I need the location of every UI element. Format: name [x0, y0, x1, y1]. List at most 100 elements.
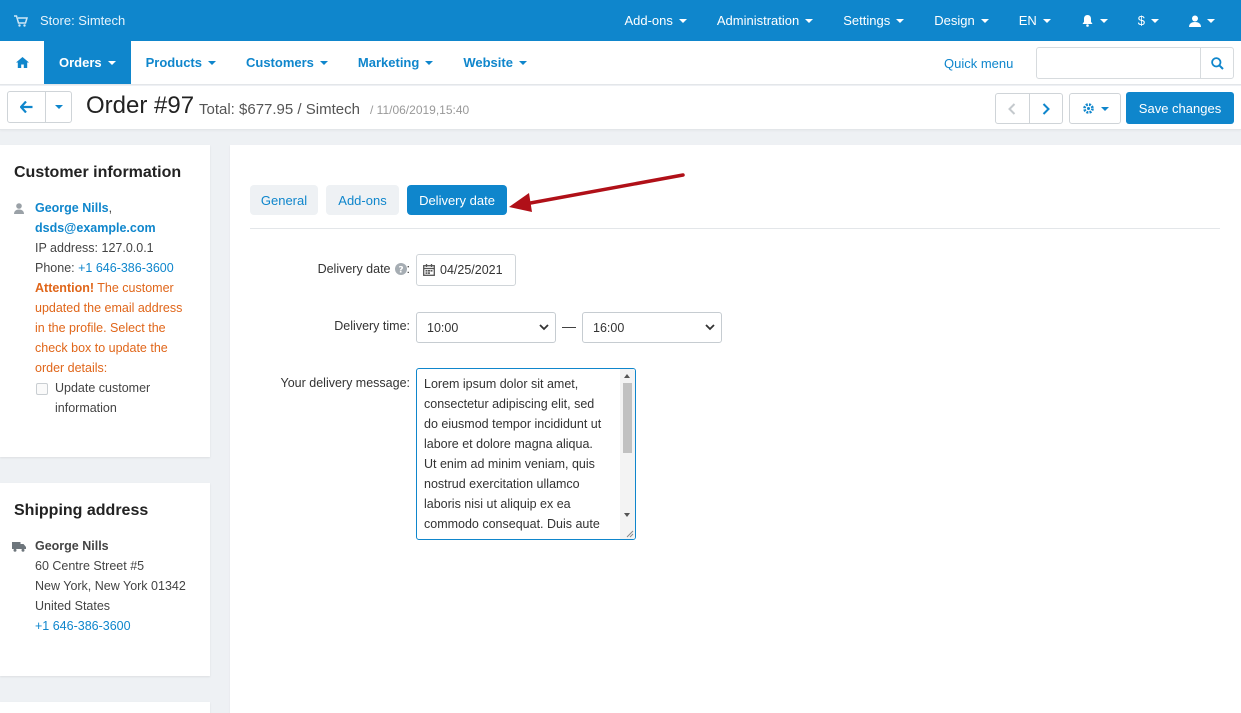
phone: Phone: +1 646-386-3600	[35, 261, 174, 275]
delivery-time-label: Delivery time:	[334, 319, 410, 333]
bell-icon	[1082, 15, 1093, 27]
topnav-language[interactable]: EN	[1004, 0, 1066, 41]
time-separator: —	[562, 318, 576, 334]
caret-down-icon	[1099, 18, 1108, 23]
delivery-date-value: 04/25/2021	[440, 263, 503, 277]
back-button[interactable]	[8, 92, 46, 122]
top-bar: Store: Simtech Add-ons Administration Se…	[0, 0, 1241, 41]
main-nav: Orders Products Customers Marketing Webs…	[0, 41, 1241, 85]
customer-email-link[interactable]: dsds@example.com	[35, 221, 156, 235]
ip-address: IP address: 127.0.0.1	[35, 241, 154, 255]
delivery-time-from-select[interactable]: 10:00	[416, 312, 556, 343]
settings-dropdown-button[interactable]	[1069, 93, 1121, 124]
nav-orders[interactable]: Orders	[44, 41, 131, 84]
annotation-arrow-icon	[509, 173, 685, 212]
tab-general[interactable]: General	[250, 185, 318, 215]
delivery-message-label: Your delivery message:	[280, 376, 410, 390]
order-date: / 11/06/2019,15:40	[370, 103, 470, 117]
shipping-address-heading: Shipping address	[14, 502, 149, 519]
store-switcher[interactable]: Store: Simtech	[0, 13, 125, 28]
attention-message: Attention! The customer updated the emai…	[35, 281, 183, 375]
caret-down-icon	[425, 60, 434, 65]
nav-website[interactable]: Website	[448, 41, 542, 84]
calendar-icon	[423, 264, 435, 276]
customer-name-link[interactable]: George Nills	[35, 201, 109, 215]
shipping-details: George Nills 60 Centre Street #5 New Yor…	[35, 536, 205, 636]
search-button[interactable]	[1200, 48, 1233, 78]
scroll-up-icon[interactable]	[624, 374, 630, 378]
topnav-notifications[interactable]	[1066, 0, 1123, 41]
quick-menu-link[interactable]: Quick menu	[944, 41, 1013, 85]
order-total: Total: $677.95 / Simtech	[199, 101, 360, 118]
customer-information-card: Customer information George Nills, dsds@…	[0, 145, 210, 457]
back-button-group	[7, 91, 72, 123]
delivery-message-text: Lorem ipsum dolor sit amet, consectetur …	[424, 377, 602, 531]
nav-products[interactable]: Products	[131, 41, 231, 84]
delivery-date-field[interactable]: 04/25/2021	[416, 254, 516, 286]
tab-divider	[250, 228, 1220, 229]
svg-text:?: ?	[398, 265, 403, 275]
update-customer-checkbox[interactable]	[36, 383, 48, 395]
nav-customers[interactable]: Customers	[231, 41, 343, 84]
help-icon[interactable]: ?	[394, 263, 407, 275]
caret-down-icon	[1207, 18, 1215, 23]
caret-down-icon	[805, 18, 814, 23]
delivery-time-to-select[interactable]: 16:00	[582, 312, 722, 343]
customer-information-heading: Customer information	[14, 164, 182, 181]
textarea-scrollbar[interactable]	[620, 369, 635, 539]
order-pager	[995, 93, 1063, 124]
home-button[interactable]	[0, 41, 44, 84]
customer-phone-link[interactable]: +1 646-386-3600	[78, 261, 174, 275]
update-customer-label: Update customer information	[55, 381, 151, 415]
arrow-left-icon	[20, 101, 33, 113]
customer-details: George Nills, dsds@example.com IP addres…	[35, 198, 205, 378]
search-input[interactable]	[1037, 48, 1200, 78]
topnav-administration[interactable]: Administration	[702, 0, 828, 41]
topnav-settings[interactable]: Settings	[828, 0, 919, 41]
resize-handle-icon[interactable]	[626, 530, 634, 538]
caret-down-icon	[896, 18, 905, 23]
next-sidebar-card	[0, 702, 210, 713]
chevron-down-icon	[705, 324, 715, 331]
caret-down-icon	[1151, 18, 1159, 23]
scroll-down-icon[interactable]	[624, 513, 630, 517]
order-details-panel: General Add-ons Delivery date Delivery d…	[230, 145, 1241, 713]
caret-down-icon	[1100, 106, 1109, 111]
search-icon	[1210, 56, 1224, 70]
search-box	[1036, 47, 1234, 79]
caret-down-icon	[1042, 18, 1051, 23]
tab-delivery-date[interactable]: Delivery date	[407, 185, 507, 215]
nav-marketing[interactable]: Marketing	[343, 41, 448, 84]
chevron-down-icon	[539, 324, 549, 331]
back-dropdown-button[interactable]	[46, 92, 71, 122]
home-icon	[15, 57, 29, 68]
save-changes-button[interactable]: Save changes	[1126, 92, 1234, 124]
user-icon	[14, 203, 24, 214]
tab-addons[interactable]: Add-ons	[326, 185, 399, 215]
truck-icon	[12, 542, 26, 552]
store-name: Store: Simtech	[40, 13, 126, 28]
shipping-address-card: Shipping address George Nills 60 Centre …	[0, 483, 210, 676]
caret-down-icon	[518, 60, 527, 65]
shipping-name: George Nills	[35, 539, 109, 553]
delivery-date-label: Delivery date ? :	[317, 262, 410, 276]
next-order-button[interactable]	[1030, 94, 1063, 123]
chevron-left-icon	[1008, 102, 1016, 115]
topnav-design[interactable]: Design	[919, 0, 1003, 41]
caret-down-icon	[319, 60, 328, 65]
caret-down-icon	[54, 105, 63, 109]
topnav-user[interactable]	[1174, 0, 1241, 41]
shipping-phone-link[interactable]: +1 646-386-3600	[35, 616, 205, 636]
user-icon	[1189, 15, 1201, 27]
scrollbar-thumb[interactable]	[623, 383, 632, 453]
previous-order-button[interactable]	[996, 94, 1030, 123]
title-bar: Order #97 Total: $677.95 / Simtech / 11/…	[0, 86, 1241, 130]
delivery-message-textarea[interactable]: Lorem ipsum dolor sit amet, consectetur …	[416, 368, 636, 540]
caret-down-icon	[678, 18, 687, 23]
topnav-currency[interactable]: $	[1123, 0, 1174, 41]
chevron-right-icon	[1042, 102, 1050, 115]
gear-icon	[1082, 103, 1094, 114]
caret-down-icon	[207, 60, 216, 65]
page-title: Order #97	[86, 92, 195, 119]
topnav-addons[interactable]: Add-ons	[609, 0, 701, 41]
